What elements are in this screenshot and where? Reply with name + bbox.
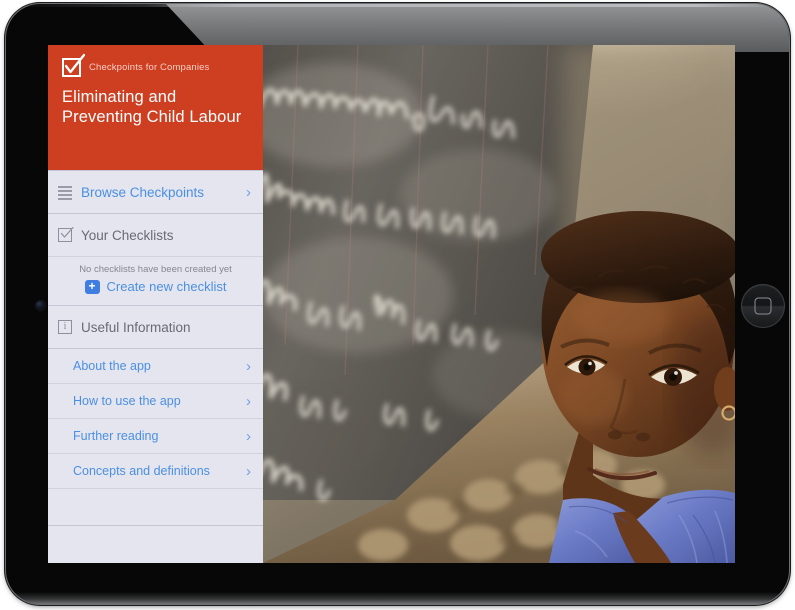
checkbox-check-icon [62,53,86,77]
divider [48,525,263,526]
sidebar-filler [48,489,263,525]
checklists-empty-state: No checklists have been created yet + Cr… [48,257,263,305]
chevron-right-icon: › [246,392,251,410]
brand-title-line-2: Preventing Child Labour [62,108,242,126]
sidebar-item-further-reading[interactable]: Further reading › [48,419,263,453]
chevron-right-icon: › [246,183,251,201]
sidebar-section-label: Your Checklists [81,227,174,243]
brand-kicker: Checkpoints for Companies [89,62,210,73]
empty-checklists-note: No checklists have been created yet [79,264,232,275]
sidebar-item-label: About the app [73,359,151,373]
bezel-bottom-edge [6,592,789,604]
chevron-right-icon: › [246,427,251,445]
chevron-right-icon: › [246,462,251,480]
checkbox-icon [58,226,74,242]
create-new-checklist-button[interactable]: + Create new checklist [60,279,251,294]
sidebar: Checkpoints for Companies Eliminating an… [48,45,263,563]
home-square-icon [754,297,772,315]
brand-title-line-1: Eliminating and [62,88,177,106]
hero-photo-illustration [263,45,735,563]
plus-icon: + [84,279,100,294]
bezel-top-edge [6,4,789,7]
sidebar-item-label: Browse Checkpoints [81,184,205,200]
brand-title: Eliminating and Preventing Child Labour [62,87,249,127]
tablet-device: Checkpoints for Companies Eliminating an… [6,4,789,604]
chevron-right-icon: › [246,357,251,375]
sidebar-item-label: Concepts and definitions [73,464,210,478]
info-icon: i [58,320,72,334]
sidebar-item-how-to-use-the-app[interactable]: How to use the app › [48,384,263,418]
hero-photo [263,45,735,563]
home-button[interactable] [741,284,785,328]
sidebar-item-about-the-app[interactable]: About the app › [48,349,263,383]
front-camera-icon [36,301,45,310]
sidebar-item-browse-checkpoints[interactable]: Browse Checkpoints › [48,171,263,213]
sidebar-item-concepts-and-definitions[interactable]: Concepts and definitions › [48,454,263,488]
sidebar-item-label: Further reading [73,429,159,443]
list-icon [58,185,72,200]
sidebar-item-label: How to use the app [73,394,181,408]
sidebar-section-useful-information: i Useful Information [48,306,263,348]
sidebar-section-label: Useful Information [81,319,191,335]
screen: Checkpoints for Companies Eliminating an… [48,45,735,563]
create-new-checklist-label: Create new checklist [106,279,227,294]
brand-header: Checkpoints for Companies Eliminating an… [48,45,263,170]
sidebar-section-your-checklists: Your Checklists [48,214,263,256]
brand-row: Checkpoints for Companies [62,53,249,77]
